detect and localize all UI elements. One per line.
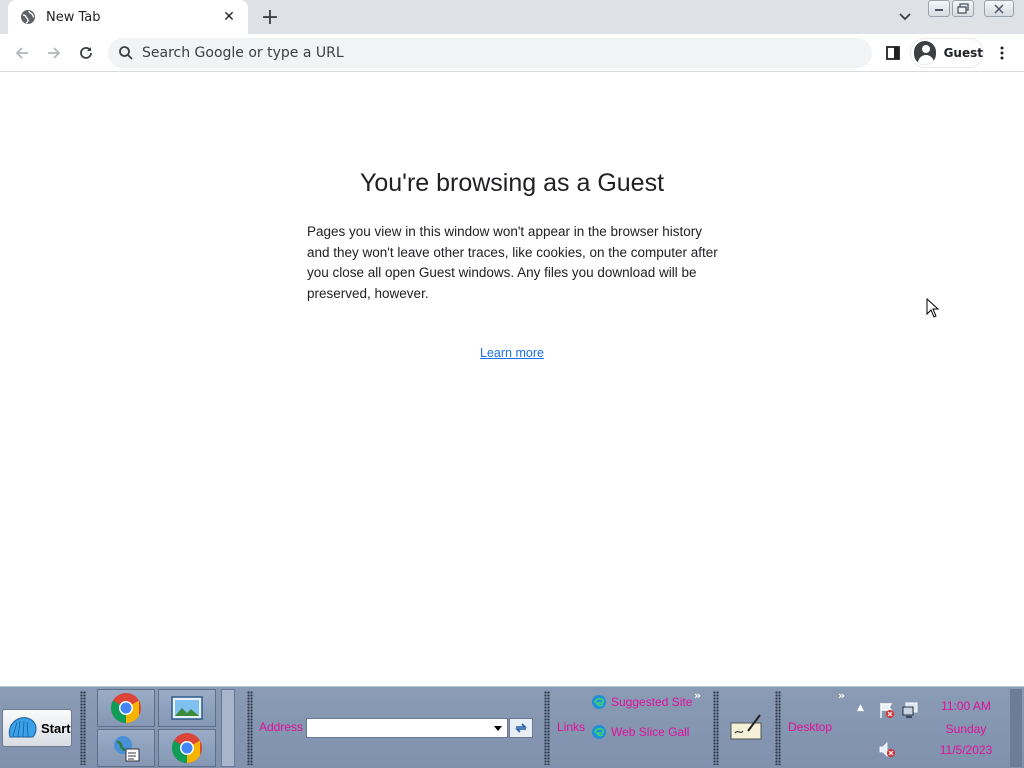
link-label: Suggested Site [611, 695, 693, 709]
profile-label: Guest [943, 46, 983, 60]
close-tab-icon[interactable]: ✕ [220, 8, 238, 26]
clock-time[interactable]: 11:00 AM [930, 699, 1002, 713]
address-label: Address [259, 720, 304, 734]
link-label: Web Slice Gall [611, 725, 690, 739]
learn-more-link[interactable]: Learn more [0, 346, 1024, 360]
search-icon [118, 45, 134, 61]
desktop-overflow-chevron[interactable]: » [838, 689, 845, 702]
clock-date[interactable]: 11/5/2023 [930, 743, 1002, 757]
chrome-icon [110, 693, 141, 723]
tab-title: New Tab [46, 9, 101, 25]
back-button[interactable] [9, 40, 35, 66]
globe-icon [20, 9, 36, 25]
chrome-task-button[interactable] [158, 729, 216, 767]
side-panel-icon[interactable] [882, 42, 904, 64]
new-tab-button[interactable]: + [258, 5, 282, 30]
toolbar-grip[interactable] [247, 691, 253, 765]
show-hidden-icons-arrow[interactable]: ▲ [857, 703, 864, 713]
forward-button[interactable] [41, 40, 67, 66]
guest-page: You're browsing as a Guest Pages you vie… [0, 72, 1024, 686]
chevron-down-icon[interactable] [894, 6, 916, 28]
volume-muted-icon[interactable] [878, 741, 896, 759]
clock-day[interactable]: Sunday [930, 722, 1002, 736]
address-input[interactable] [306, 718, 508, 738]
toolbar-grip[interactable] [80, 691, 86, 765]
link-web-slice-gallery[interactable]: Web Slice Gall [591, 724, 689, 740]
go-button[interactable] [509, 718, 533, 738]
internet-explorer-icon [114, 736, 140, 762]
mouse-cursor-icon [926, 298, 940, 318]
desktop-toolbar-label[interactable]: Desktop [788, 720, 832, 734]
chrome-quicklaunch-button[interactable] [97, 689, 155, 727]
minimize-button[interactable] [928, 0, 950, 17]
edge-icon [592, 725, 606, 739]
guest-description: Pages you view in this window won't appe… [307, 224, 718, 301]
guest-avatar-icon [914, 41, 936, 65]
tab-new-tab[interactable]: New Tab ✕ [8, 0, 248, 34]
more-menu-icon[interactable] [992, 42, 1012, 64]
chevron-down-icon[interactable] [490, 719, 506, 737]
photo-viewer-button[interactable] [158, 689, 216, 727]
start-button[interactable]: Start [2, 709, 72, 747]
toolbar-grip[interactable] [544, 691, 550, 765]
quicklaunch-scrollbar[interactable] [221, 689, 235, 767]
taskbar: Start Address Links Suggested Site Web S… [0, 686, 1024, 768]
signature-pad-icon[interactable] [730, 713, 762, 741]
links-overflow-chevron[interactable]: » [694, 689, 701, 702]
picture-icon [171, 696, 203, 720]
tab-strip: New Tab ✕ + [0, 0, 1024, 34]
browser-toolbar: Guest [0, 34, 1024, 72]
edge-icon [592, 695, 606, 709]
start-label: Start [41, 720, 71, 736]
ie-task-button[interactable] [97, 729, 155, 767]
toolbar-grip[interactable] [775, 691, 781, 765]
link-suggested-sites[interactable]: Suggested Site [591, 694, 692, 710]
start-shell-icon [8, 717, 37, 738]
page-title: You're browsing as a Guest [359, 169, 665, 197]
omnibox-input[interactable] [142, 45, 842, 61]
refresh-arrows-icon [515, 723, 527, 733]
reload-button[interactable] [73, 40, 99, 66]
taskbar-scrollbar[interactable] [1010, 689, 1022, 767]
restore-button[interactable] [952, 0, 974, 17]
network-icon[interactable] [902, 701, 920, 719]
toolbar-grip[interactable] [713, 691, 719, 765]
profile-button[interactable]: Guest [910, 38, 984, 68]
links-label: Links [557, 720, 586, 734]
action-center-flag-icon[interactable] [878, 701, 896, 719]
omnibox[interactable] [108, 38, 872, 68]
chrome-icon [171, 733, 202, 763]
close-window-button[interactable] [984, 0, 1014, 17]
